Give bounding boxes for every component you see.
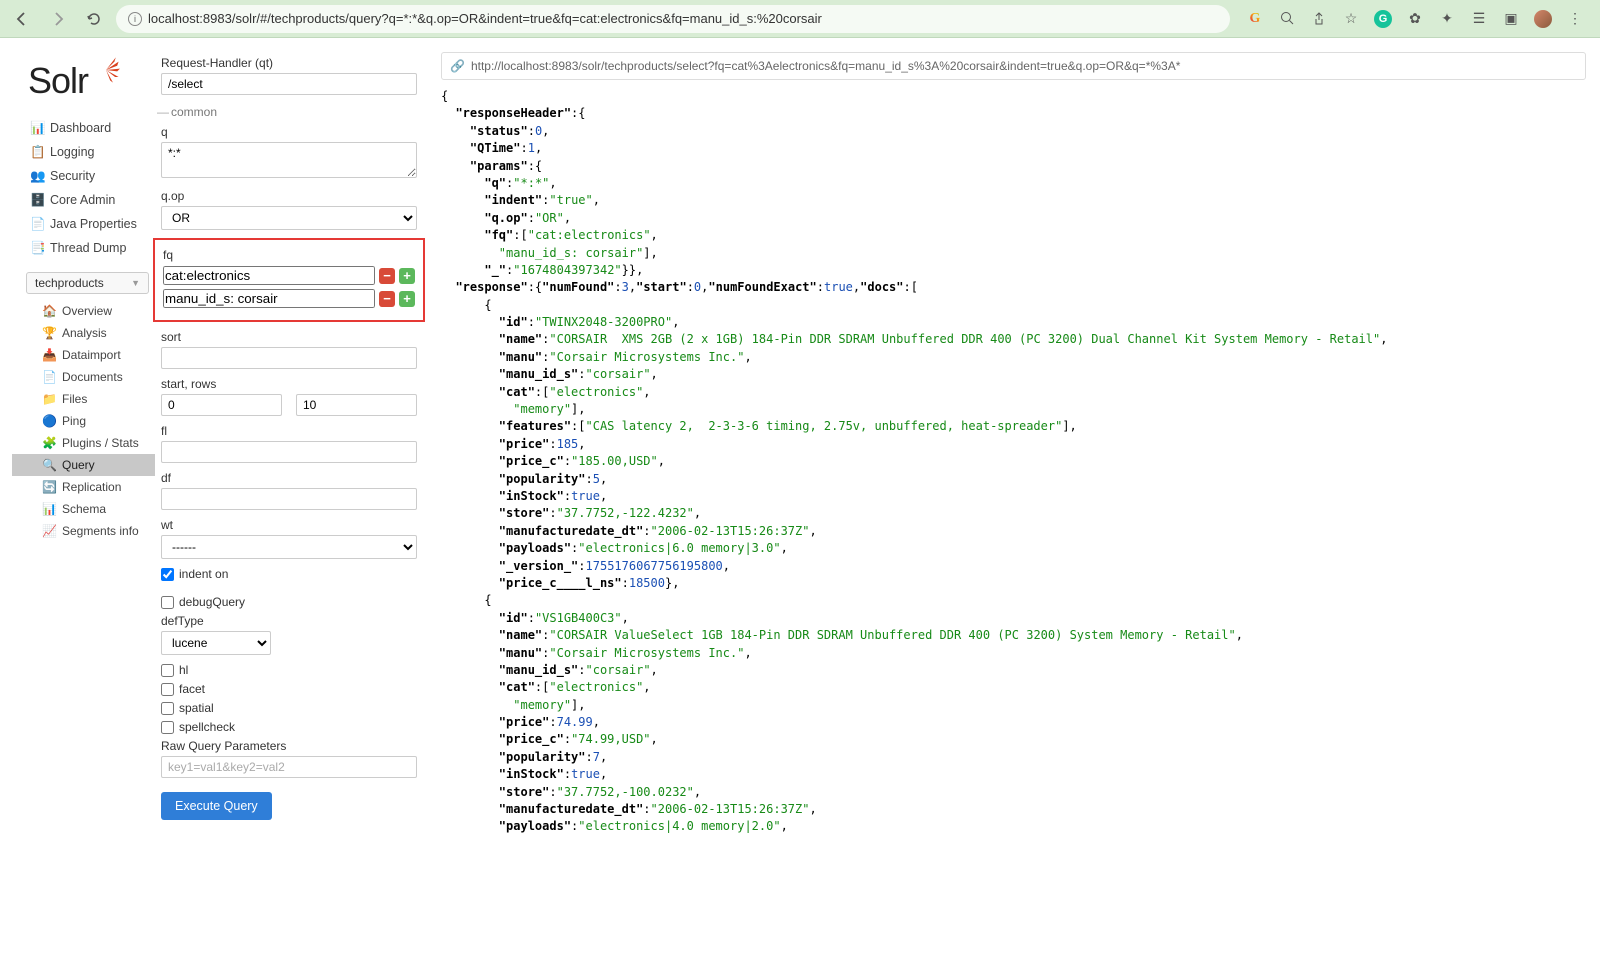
qop-label: q.op [161, 189, 417, 203]
execute-query-button[interactable]: Execute Query [161, 792, 272, 820]
fq-input-0[interactable] [163, 266, 375, 285]
qop-select[interactable]: OR [161, 206, 417, 230]
nav-dashboard[interactable]: 📊Dashboard [0, 116, 155, 140]
facet-label: facet [179, 682, 205, 696]
fq-remove-1[interactable]: − [379, 291, 395, 307]
wt-label: wt [161, 518, 417, 532]
hl-label: hl [179, 663, 188, 677]
sidebar: Solr 📊Dashboard 📋Logging 👥Security 🗄️Cor… [0, 38, 155, 850]
fq-input-1[interactable] [163, 289, 375, 308]
fq-label: fq [163, 248, 415, 262]
fq-add-1[interactable]: + [399, 291, 415, 307]
q-label: q [161, 125, 417, 139]
core-selector[interactable]: techproducts▼ [26, 272, 149, 294]
subnav-ping[interactable]: 🔵Ping [12, 410, 155, 432]
site-info-icon[interactable]: i [128, 12, 142, 26]
main-nav: 📊Dashboard 📋Logging 👥Security 🗄️Core Adm… [0, 116, 155, 260]
response-panel: 🔗 http://localhost:8983/solr/techproduct… [427, 38, 1600, 850]
forward-button[interactable] [44, 5, 72, 33]
nav-core-admin[interactable]: 🗄️Core Admin [0, 188, 155, 212]
debug-checkbox[interactable] [161, 596, 174, 609]
spellcheck-checkbox[interactable] [161, 721, 174, 734]
debug-label: debugQuery [179, 595, 245, 609]
link-icon: 🔗 [450, 59, 465, 73]
response-url: http://localhost:8983/solr/techproducts/… [471, 59, 1180, 73]
gear-icon[interactable]: ✿ [1406, 10, 1424, 28]
subnav-analysis[interactable]: 🏆Analysis [12, 322, 155, 344]
common-label: common [161, 103, 417, 125]
core-sub-nav: 🏠Overview 🏆Analysis 📥Dataimport 📄Documen… [0, 300, 155, 542]
q-input[interactable] [161, 142, 417, 178]
hl-checkbox[interactable] [161, 664, 174, 677]
json-response: { "responseHeader":{ "status":0, "QTime"… [441, 88, 1586, 836]
subnav-files[interactable]: 📁Files [12, 388, 155, 410]
bookmark-icon[interactable]: ☆ [1342, 10, 1360, 28]
grammarly-icon[interactable]: G [1374, 10, 1392, 28]
sort-label: sort [161, 330, 417, 344]
spellcheck-label: spellcheck [179, 720, 235, 734]
zoom-icon[interactable] [1278, 10, 1296, 28]
profile-avatar[interactable] [1534, 10, 1552, 28]
url-bar[interactable]: i localhost:8983/solr/#/techproducts/que… [116, 5, 1230, 33]
qt-label: Request-Handler (qt) [161, 56, 417, 70]
raw-label: Raw Query Parameters [161, 739, 417, 753]
fl-input[interactable] [161, 441, 417, 463]
fl-label: fl [161, 424, 417, 438]
back-button[interactable] [8, 5, 36, 33]
extension-icons: G ☆ G ✿ ✦ ☰ ▣ ⋮ [1238, 10, 1592, 28]
nav-security[interactable]: 👥Security [0, 164, 155, 188]
subnav-overview[interactable]: 🏠Overview [12, 300, 155, 322]
qt-input[interactable] [161, 73, 417, 95]
facet-checkbox[interactable] [161, 683, 174, 696]
start-rows-label: start, rows [161, 377, 417, 391]
df-label: df [161, 471, 417, 485]
fq-add-0[interactable]: + [399, 268, 415, 284]
panel-icon[interactable]: ▣ [1502, 10, 1520, 28]
response-url-box[interactable]: 🔗 http://localhost:8983/solr/techproduct… [441, 52, 1586, 80]
fq-remove-0[interactable]: − [379, 268, 395, 284]
puzzle-icon[interactable]: ✦ [1438, 10, 1456, 28]
subnav-segments[interactable]: 📈Segments info [12, 520, 155, 542]
browser-toolbar: i localhost:8983/solr/#/techproducts/que… [0, 0, 1600, 38]
rows-input[interactable] [296, 394, 417, 416]
subnav-dataimport[interactable]: 📥Dataimport [12, 344, 155, 366]
spatial-label: spatial [179, 701, 214, 715]
menu-icon[interactable]: ⋮ [1566, 10, 1584, 28]
playlist-icon[interactable]: ☰ [1470, 10, 1488, 28]
reload-button[interactable] [80, 5, 108, 33]
nav-logging[interactable]: 📋Logging [0, 140, 155, 164]
wt-select[interactable]: ------ [161, 535, 417, 559]
start-input[interactable] [161, 394, 282, 416]
solr-logo: Solr [0, 56, 155, 116]
google-icon[interactable]: G [1246, 10, 1264, 28]
nav-thread-dump[interactable]: 📑Thread Dump [0, 236, 155, 260]
subnav-documents[interactable]: 📄Documents [12, 366, 155, 388]
solr-sun-icon [92, 56, 120, 84]
fq-highlighted-section: fq − + − + [153, 238, 425, 322]
sort-input[interactable] [161, 347, 417, 369]
share-icon[interactable] [1310, 10, 1328, 28]
deftype-select[interactable]: lucene [161, 631, 271, 655]
subnav-schema[interactable]: 📊Schema [12, 498, 155, 520]
indent-label: indent on [179, 567, 228, 581]
nav-java-properties[interactable]: 📄Java Properties [0, 212, 155, 236]
subnav-query[interactable]: 🔍Query [12, 454, 155, 476]
df-input[interactable] [161, 488, 417, 510]
subnav-plugins[interactable]: 🧩Plugins / Stats [12, 432, 155, 454]
raw-input[interactable] [161, 756, 417, 778]
url-text: localhost:8983/solr/#/techproducts/query… [148, 11, 822, 26]
indent-checkbox[interactable] [161, 568, 174, 581]
subnav-replication[interactable]: 🔄Replication [12, 476, 155, 498]
spatial-checkbox[interactable] [161, 702, 174, 715]
deftype-label: defType [161, 614, 417, 628]
query-form: Request-Handler (qt) common q q.op OR fq… [155, 38, 427, 850]
